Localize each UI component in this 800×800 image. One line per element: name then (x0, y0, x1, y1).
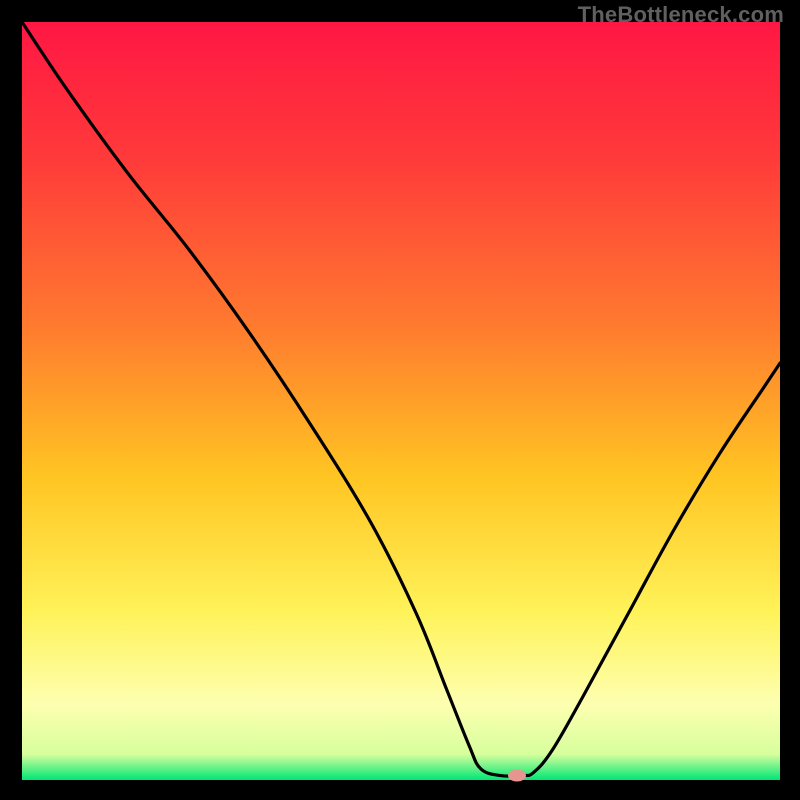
plot-background (22, 22, 780, 780)
bottleneck-chart (0, 0, 800, 800)
chart-container: TheBottleneck.com (0, 0, 800, 800)
watermark-text: TheBottleneck.com (578, 2, 784, 28)
current-point-marker (508, 769, 526, 781)
